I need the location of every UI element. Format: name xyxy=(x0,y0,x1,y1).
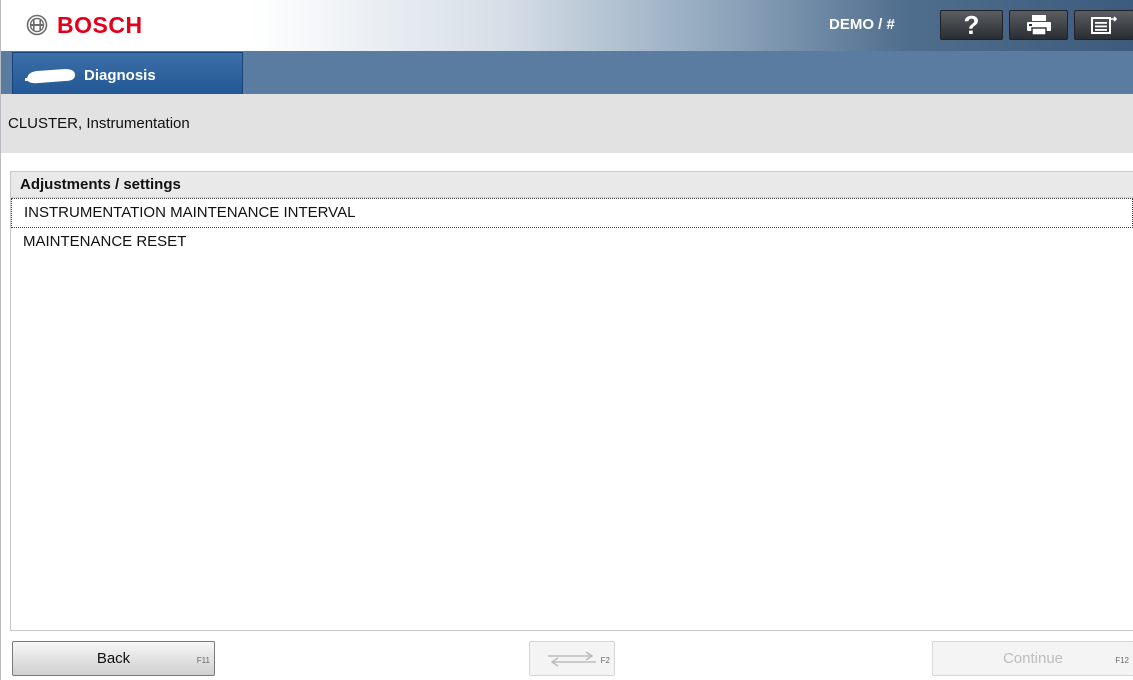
list-header: Adjustments / settings xyxy=(11,172,1133,198)
swap-button[interactable]: F2 xyxy=(529,641,615,676)
swap-key-hint: F2 xyxy=(600,656,610,665)
printer-icon xyxy=(1026,15,1051,36)
user-label: DEMO / # xyxy=(829,16,895,33)
back-key-hint: F11 xyxy=(196,656,210,665)
settings-list: Adjustments / settings INSTRUMENTATION M… xyxy=(10,171,1133,631)
back-button-label: Back xyxy=(96,650,131,667)
continue-button[interactable]: Continue F12 xyxy=(932,641,1133,676)
continue-key-hint: F12 xyxy=(1115,656,1129,665)
tab-strip: Diagnosis xyxy=(1,51,1133,100)
bosch-logo-icon xyxy=(26,14,48,36)
print-button[interactable] xyxy=(1009,10,1068,40)
menu-icon xyxy=(1091,16,1118,34)
title-bar: CLUSTER, Instrumentation xyxy=(1,94,1133,153)
list-item[interactable]: MAINTENANCE RESET xyxy=(11,228,1133,258)
back-button[interactable]: Back F11 xyxy=(12,641,215,676)
app-window: BOSCH DEMO / # ? Diagnosis CLUSTER, Inst… xyxy=(0,0,1133,680)
tab-diagnosis[interactable]: Diagnosis xyxy=(12,52,243,100)
help-button[interactable]: ? xyxy=(940,10,1003,40)
brand-name: BOSCH xyxy=(57,12,143,38)
top-header: BOSCH DEMO / # ? xyxy=(1,0,1133,51)
swap-arrows-icon xyxy=(548,651,596,667)
tab-diagnosis-label: Diagnosis xyxy=(84,67,156,84)
page-title: CLUSTER, Instrumentation xyxy=(8,115,190,132)
plug-icon xyxy=(25,69,75,84)
continue-button-label: Continue xyxy=(1002,650,1064,667)
help-icon: ? xyxy=(963,9,980,40)
list-item[interactable]: INSTRUMENTATION MAINTENANCE INTERVAL xyxy=(11,198,1133,228)
menu-button[interactable] xyxy=(1074,10,1133,40)
